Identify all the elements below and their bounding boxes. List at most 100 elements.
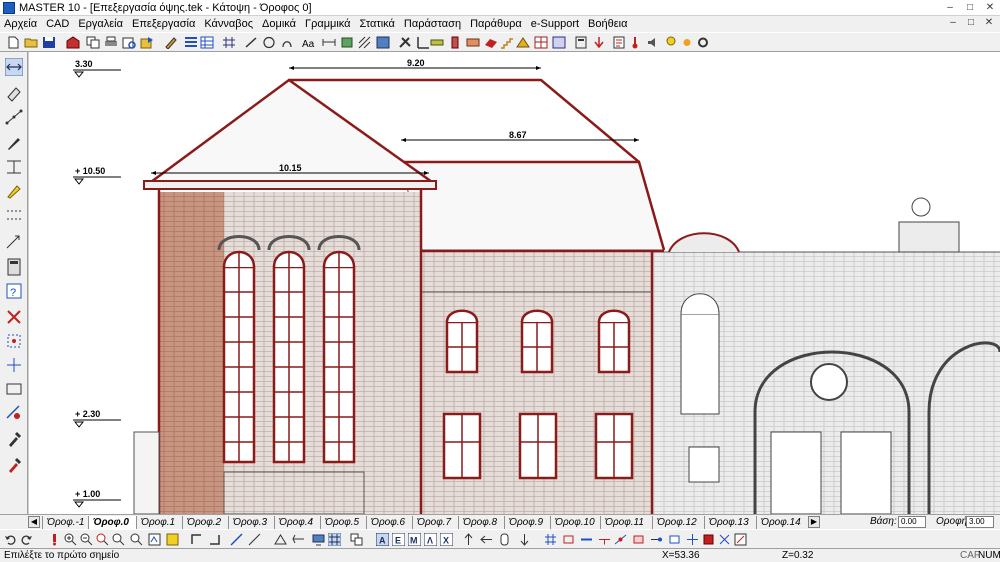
frame-icon[interactable] bbox=[5, 380, 23, 398]
osnap-quad-icon[interactable] bbox=[686, 533, 699, 546]
tab-floor[interactable]: Όροφ.1 bbox=[136, 516, 182, 529]
copy-icon[interactable] bbox=[86, 36, 100, 49]
snap-icon[interactable] bbox=[5, 232, 23, 250]
delete-element-icon[interactable] bbox=[5, 308, 23, 326]
foundation-icon[interactable] bbox=[534, 36, 548, 49]
base-input[interactable]: 0.00 bbox=[898, 516, 926, 528]
tab-floor[interactable]: Όροφ.2 bbox=[182, 516, 228, 529]
redraw-icon[interactable] bbox=[166, 533, 179, 546]
menu-structural[interactable]: Δομικά bbox=[262, 18, 296, 30]
osnap-grid-icon[interactable] bbox=[544, 533, 557, 546]
pan-icon[interactable] bbox=[148, 533, 161, 546]
snap-e-icon[interactable]: E bbox=[392, 533, 405, 546]
line-mode-icon[interactable] bbox=[230, 533, 243, 546]
tab-floor[interactable]: Όροφ.4 bbox=[274, 516, 320, 529]
zoom-window-icon[interactable] bbox=[96, 533, 109, 546]
arrow-down-icon[interactable] bbox=[518, 533, 531, 546]
osnap-mid-icon[interactable] bbox=[580, 533, 593, 546]
points-icon[interactable] bbox=[5, 206, 23, 224]
monitor-icon[interactable] bbox=[312, 533, 325, 546]
osnap-off-icon[interactable] bbox=[734, 533, 747, 546]
pipette-icon[interactable] bbox=[5, 430, 23, 448]
trim-icon[interactable] bbox=[5, 404, 23, 422]
ortho-icon[interactable] bbox=[208, 533, 221, 546]
osnap-tangent-icon[interactable] bbox=[632, 533, 645, 546]
grid-icon[interactable] bbox=[222, 36, 236, 49]
arrow-left-icon[interactable] bbox=[480, 533, 493, 546]
zoom-out-icon[interactable] bbox=[80, 533, 93, 546]
pipette-red-icon[interactable] bbox=[5, 456, 23, 474]
tab-floor[interactable]: Όροφ.-1 bbox=[42, 516, 88, 529]
osnap-perp-icon[interactable] bbox=[598, 533, 611, 546]
properties-icon[interactable]: ? bbox=[5, 282, 23, 300]
snap-m-icon[interactable]: M bbox=[408, 533, 421, 546]
tab-floor[interactable]: Όροφ.9 bbox=[504, 516, 550, 529]
height-input[interactable]: 3.00 bbox=[966, 516, 994, 528]
grid-toggle-icon[interactable] bbox=[328, 533, 341, 546]
zoom-in-icon[interactable] bbox=[64, 533, 77, 546]
menu-cad[interactable]: CAD bbox=[46, 18, 69, 30]
node-icon[interactable] bbox=[5, 332, 23, 350]
redo-icon[interactable] bbox=[20, 533, 33, 546]
tab-floor[interactable]: Όροφ.8 bbox=[458, 516, 504, 529]
tab-scroll-left[interactable]: ◀ bbox=[28, 516, 40, 528]
tab-floor[interactable]: Όροφ.12 bbox=[652, 516, 704, 529]
align-icon[interactable] bbox=[5, 356, 23, 374]
mouse-icon[interactable] bbox=[498, 533, 511, 546]
block-icon[interactable] bbox=[340, 36, 354, 49]
tab-floor[interactable]: Όροφ.14 bbox=[756, 516, 806, 529]
menu-grid[interactable]: Κάνναβος bbox=[204, 18, 253, 30]
settings-icon[interactable] bbox=[696, 36, 710, 49]
pencil-icon[interactable] bbox=[164, 36, 178, 49]
hatch-icon[interactable] bbox=[358, 36, 372, 49]
extend-icon[interactable] bbox=[292, 533, 305, 546]
triangle-icon[interactable] bbox=[274, 533, 287, 546]
dimension-icon[interactable] bbox=[322, 36, 336, 49]
menu-view[interactable]: Παράσταση bbox=[404, 18, 461, 30]
alert-icon[interactable] bbox=[48, 533, 61, 546]
osnap-node-icon[interactable] bbox=[668, 533, 681, 546]
beam-icon[interactable] bbox=[430, 36, 444, 49]
save-icon[interactable] bbox=[42, 36, 56, 49]
osnap-ins-icon[interactable] bbox=[702, 533, 715, 546]
osnap-end-icon[interactable] bbox=[562, 533, 575, 546]
drawing-canvas[interactable]: 3.30 + 10.50 + 2.30 + 1.00 9.20 8.67 10.… bbox=[29, 52, 1000, 514]
stairs-icon[interactable] bbox=[500, 36, 514, 49]
line-icon[interactable] bbox=[244, 36, 258, 49]
snap-a-icon[interactable]: A bbox=[376, 533, 389, 546]
mdi-close-button[interactable]: ✕ bbox=[980, 16, 998, 31]
slab-icon[interactable] bbox=[466, 36, 480, 49]
copy-window-icon[interactable] bbox=[350, 533, 363, 546]
tab-floor[interactable]: Όροφ.11 bbox=[600, 516, 652, 529]
menu-static[interactable]: Στατικά bbox=[360, 18, 395, 30]
sound-icon[interactable] bbox=[646, 36, 660, 49]
list-icon[interactable] bbox=[184, 36, 198, 49]
wall-icon[interactable] bbox=[484, 36, 498, 49]
mdi-restore-button[interactable]: □ bbox=[962, 16, 980, 31]
menu-windows[interactable]: Παράθυρα bbox=[470, 18, 522, 30]
calc-icon[interactable] bbox=[574, 36, 588, 49]
mesh-icon[interactable] bbox=[552, 36, 566, 49]
thermometer-icon[interactable] bbox=[628, 36, 642, 49]
eraser-icon[interactable] bbox=[5, 84, 23, 102]
text-icon[interactable]: Aa bbox=[302, 36, 316, 49]
minimize-button[interactable]: – bbox=[940, 0, 960, 16]
highlighter-icon[interactable] bbox=[5, 182, 23, 200]
calculator-icon[interactable] bbox=[5, 258, 23, 276]
building-icon[interactable] bbox=[66, 36, 80, 49]
brush-icon[interactable] bbox=[5, 134, 23, 152]
tab-floor[interactable]: Όροφ.3 bbox=[228, 516, 274, 529]
polyline-icon[interactable] bbox=[5, 108, 23, 126]
circle-icon[interactable] bbox=[262, 36, 276, 49]
table-icon[interactable] bbox=[200, 36, 214, 49]
menu-help[interactable]: Βοήθεια bbox=[588, 18, 627, 30]
osnap-center-icon[interactable] bbox=[614, 533, 627, 546]
new-file-icon[interactable] bbox=[6, 36, 20, 49]
facade-drawing[interactable]: 3.30 + 10.50 + 2.30 + 1.00 9.20 8.67 10.… bbox=[29, 52, 1000, 514]
menu-edit[interactable]: Επεξεργασία bbox=[132, 18, 195, 30]
menu-files[interactable]: Αρχεία bbox=[4, 18, 37, 30]
column-icon[interactable] bbox=[448, 36, 462, 49]
tab-floor[interactable]: Όροφ.6 bbox=[366, 516, 412, 529]
undo-icon[interactable] bbox=[4, 533, 17, 546]
menu-linear[interactable]: Γραμμικά bbox=[305, 18, 351, 30]
